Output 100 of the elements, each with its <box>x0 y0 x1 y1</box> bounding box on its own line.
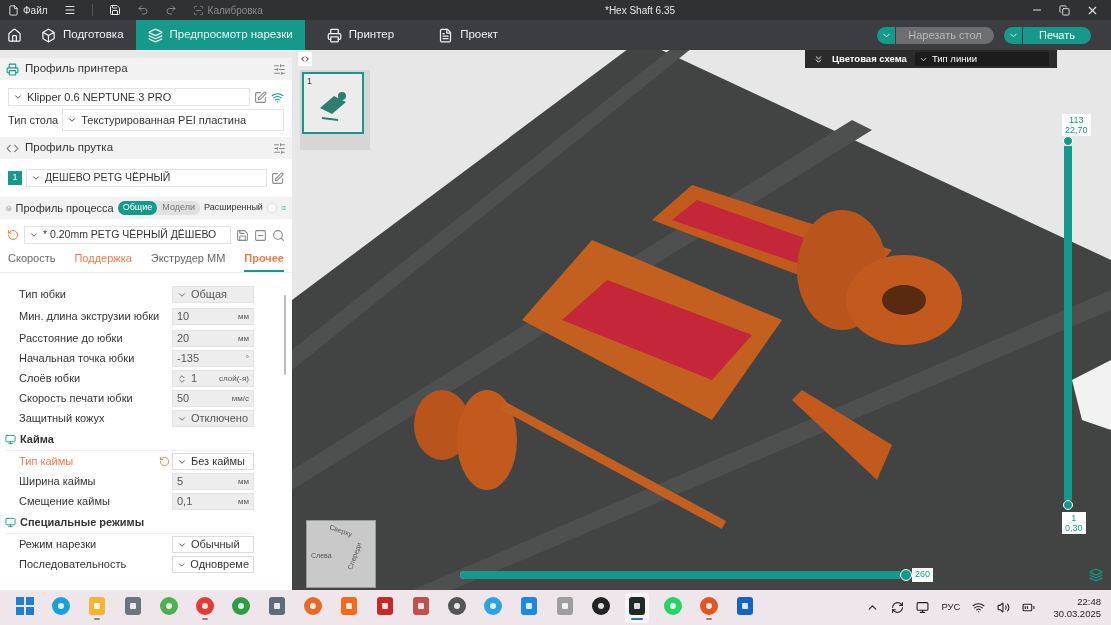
setting-label: Мин. длина экструзии юбки <box>19 311 161 322</box>
field-value: Без каймы <box>191 454 245 470</box>
field-value: 20 <box>177 331 190 347</box>
file-menu[interactable]: Файл <box>0 0 56 20</box>
setting-label: Расстояние до юбки <box>19 333 124 344</box>
home-icon[interactable] <box>7 27 22 43</box>
section-title: Профиль процесса <box>15 200 114 216</box>
collapse-arrows-icon <box>300 54 310 64</box>
sync-icon[interactable] <box>891 601 905 614</box>
layer-number: 113 <box>1068 115 1085 125</box>
chevron-down-icon <box>29 230 39 240</box>
layer-number: 1 <box>1070 513 1078 523</box>
dropdown[interactable]: Без каймы <box>172 453 254 470</box>
mode-option[interactable]: Общие <box>117 201 158 215</box>
remove-icon[interactable] <box>254 228 267 242</box>
tab[interactable]: Подготовка <box>29 20 136 50</box>
group-heading: Специальные режимы <box>20 514 145 530</box>
display-icon[interactable] <box>916 601 930 614</box>
dropdown-toggle[interactable] <box>1004 26 1022 44</box>
unit-label: мм <box>238 495 249 508</box>
settings-tab[interactable]: Экструдер ММ <box>150 250 226 272</box>
layer-height: 22,70 <box>1065 125 1088 135</box>
reset-icon[interactable] <box>7 229 19 241</box>
plate-thumbnail[interactable]: 1 <box>302 72 364 134</box>
tab[interactable]: Принтер <box>314 20 407 50</box>
chevron-down-icon <box>31 173 41 183</box>
field-value: 1 <box>191 371 198 387</box>
unit-label: мм <box>238 332 249 345</box>
collapse-button[interactable] <box>298 52 312 66</box>
collapse-icon[interactable] <box>813 53 824 65</box>
edit-icon[interactable] <box>254 90 267 104</box>
mode-option[interactable]: Модели <box>157 201 200 215</box>
bed-type-dropdown[interactable]: Текстурированная PEI пластина <box>62 109 284 131</box>
app-icon[interactable] <box>627 595 647 616</box>
filament-index: 1 <box>8 171 22 185</box>
menu-icon[interactable] <box>63 4 76 16</box>
slider-handle[interactable] <box>1063 500 1073 510</box>
settings-sliders-icon[interactable] <box>273 62 286 76</box>
section-icon <box>5 433 16 445</box>
restore-icon[interactable] <box>1059 4 1070 16</box>
setting-label: Режим нарезки <box>19 539 98 550</box>
filament-dropdown[interactable]: ДЕШЕВО PETG ЧЁРНЫЙ <box>26 169 267 187</box>
field-value: 50 <box>177 391 190 407</box>
move-value: 260 <box>912 568 934 582</box>
app-icon[interactable] <box>447 595 467 616</box>
field-value: -135 <box>177 351 200 367</box>
advanced-toggle[interactable] <box>266 203 277 213</box>
dropdown-toggle[interactable] <box>877 26 895 44</box>
dropdown[interactable]: Обычный <box>172 536 254 553</box>
edit-icon[interactable] <box>271 171 284 185</box>
setting-label: Защитный кожух <box>19 413 106 424</box>
clock-date: 30.03.2025 <box>1053 607 1101 620</box>
field-value: Одновреме <box>190 557 249 573</box>
printer-icon <box>326 27 342 43</box>
printer-icon <box>6 62 19 76</box>
field-label: Тип стола <box>8 112 59 128</box>
setting-label: Ширина каймы <box>19 476 97 487</box>
setting-label: Смещение каймы <box>19 496 111 507</box>
field-value: 5 <box>177 474 184 490</box>
clock[interactable]: 22:48 30.03.2025 <box>1053 595 1101 620</box>
section-title: Профиль прутка <box>25 140 114 156</box>
dropdown[interactable]: Одновреме <box>172 556 254 573</box>
wifi-icon[interactable] <box>972 601 986 614</box>
taskbar-button[interactable] <box>625 592 649 623</box>
color-scheme-dropdown[interactable]: Тип линии <box>914 52 1049 66</box>
settings-tab[interactable]: Скорость <box>8 250 56 272</box>
layer-height: 0,30 <box>1065 523 1083 533</box>
setting-label: Тип каймы <box>19 456 75 467</box>
calibration-icon <box>192 4 204 16</box>
battery-icon[interactable] <box>1022 601 1036 614</box>
field-value: 10 <box>177 309 190 325</box>
window-title: *Hex Shaft 6.35 <box>605 3 676 18</box>
redo-icon[interactable] <box>164 4 177 16</box>
search-icon[interactable] <box>272 228 285 242</box>
unit-label: мм/с <box>231 392 249 405</box>
settings-sliders-icon[interactable] <box>273 141 286 155</box>
setting-label: Слоёв юбки <box>19 373 82 384</box>
setting-label: Последовательность <box>19 559 128 570</box>
field-value: Общая <box>191 287 227 303</box>
chevron-down-icon <box>67 115 78 125</box>
unit-label: мм <box>238 310 249 323</box>
color-scheme-label: Цветовая схема <box>832 51 907 66</box>
app-icon[interactable] <box>591 595 611 616</box>
start-icon[interactable] <box>16 596 34 615</box>
unit-label: мм <box>238 475 249 488</box>
process-dropdown[interactable]: * 0.20mm PETG ЧЁРНЫЙ ДЁШЕВО <box>24 226 231 244</box>
undo-icon[interactable] <box>136 4 149 16</box>
reset-icon[interactable] <box>159 456 170 467</box>
unit-label: слой(-я) <box>219 372 249 385</box>
action-button[interactable]: Печать <box>1023 26 1091 44</box>
setting-label: Начальная точка юбки <box>19 353 136 364</box>
plate-number: 1 <box>307 75 312 88</box>
volume-icon[interactable] <box>997 601 1011 614</box>
language-indicator[interactable]: РУС <box>941 600 961 615</box>
section-title: Профиль принтера <box>25 61 128 77</box>
printer-dropdown[interactable]: Klipper 0.6 NEPTUNE 3 PRO <box>8 88 250 106</box>
field-value: Отключено <box>191 411 248 427</box>
file-icon <box>8 4 19 16</box>
cube-icon <box>41 27 56 43</box>
tab[interactable]: Проект <box>426 20 510 50</box>
